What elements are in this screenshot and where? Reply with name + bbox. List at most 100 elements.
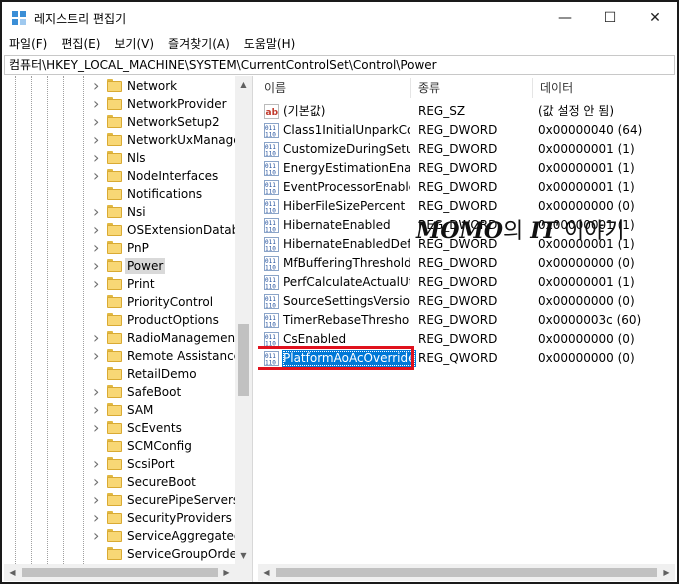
scroll-left-icon[interactable]: ◀ (4, 564, 21, 581)
tree-item[interactable]: › NodeInterfaces (4, 167, 235, 185)
value-row[interactable]: ab (기본값) REG_SZ (값 설정 안 됨) (258, 102, 675, 121)
tree-item[interactable]: › PnP (4, 239, 235, 257)
expand-chevron-icon[interactable]: › (93, 204, 103, 220)
tree-vertical-scrollbar[interactable]: ▲ ▼ (235, 76, 252, 564)
folder-icon (107, 439, 122, 453)
close-button[interactable]: ✕ (632, 2, 678, 34)
tree-item-label: ProductOptions (127, 313, 219, 327)
expand-chevron-icon[interactable]: › (93, 114, 103, 130)
expand-chevron-icon[interactable]: › (93, 150, 103, 166)
tree-scroll-thumb[interactable] (238, 324, 249, 396)
value-name: EnergyEstimationEnabled (283, 161, 410, 175)
expand-chevron-icon[interactable]: › (93, 420, 103, 436)
tree-item[interactable]: › ServiceAggregatedEv (4, 527, 235, 545)
tree-item[interactable]: › SecurityProviders (4, 509, 235, 527)
tree-hscroll-thumb[interactable] (22, 568, 218, 577)
svg-text:110: 110 (265, 322, 276, 329)
tree-item-label: SecurePipeServers (127, 493, 235, 507)
expand-chevron-icon[interactable]: › (93, 240, 103, 256)
tree-item[interactable]: › Nsi (4, 203, 235, 221)
value-data: 0x00000001 (1) (538, 161, 635, 175)
tree-item[interactable]: › SecurePipeServers (4, 491, 235, 509)
tree-item[interactable]: › SAM (4, 401, 235, 419)
binary-value-icon: 011110 (264, 275, 279, 290)
column-header-type[interactable]: 종류 (412, 76, 532, 100)
column-header-name[interactable]: 이름 (258, 76, 410, 100)
expand-chevron-icon[interactable]: › (93, 384, 103, 400)
tree-item[interactable]: › SafeBoot (4, 383, 235, 401)
value-type: REG_DWORD (418, 161, 498, 175)
value-data: (값 설정 안 됨) (538, 104, 615, 118)
value-name: HibernateEnabledDefault (283, 237, 410, 251)
menu-view[interactable]: 보기(V) (107, 34, 161, 54)
tree-item-label: ServiceGroupOrder (127, 547, 235, 561)
value-row[interactable]: 011110 TimerRebaseThresholdOnDripsExit REG… (258, 311, 675, 330)
expand-chevron-icon[interactable]: › (93, 510, 103, 526)
value-row[interactable]: 011 110 PlatformAoAcOverride REG_QWORD 0x000… (258, 346, 675, 370)
column-header-data[interactable]: 데이터 (534, 76, 675, 100)
column-divider[interactable] (410, 78, 411, 98)
expand-chevron-icon[interactable]: › (93, 168, 103, 184)
tree-item[interactable]: › Remote Assistance (4, 347, 235, 365)
menu-help[interactable]: 도움말(H) (237, 34, 303, 54)
values-hscroll-thumb[interactable] (276, 568, 657, 577)
expand-chevron-icon[interactable]: › (93, 402, 103, 418)
tree-item[interactable]: RetailDemo (4, 365, 235, 383)
scroll-down-icon[interactable]: ▼ (235, 547, 252, 564)
value-row[interactable]: 011110 PerfCalculateActualUtilization REG_… (258, 273, 675, 292)
expand-chevron-icon[interactable]: › (93, 330, 103, 346)
menu-edit[interactable]: 편집(E) (54, 34, 107, 54)
tree-item[interactable]: › RadioManagement (4, 329, 235, 347)
binary-value-icon: 011110 (264, 199, 279, 214)
tree-item[interactable]: › Network (4, 77, 235, 95)
column-divider[interactable] (532, 78, 533, 98)
tree-item[interactable]: › NetworkUxManager (4, 131, 235, 149)
tree-item[interactable]: ServiceGroupOrder (4, 545, 235, 563)
value-row[interactable]: 011 110 CustomizeDuringSetup REG_DWORD 0x000… (258, 140, 675, 159)
tree-item[interactable]: PriorityControl (4, 293, 235, 311)
value-row[interactable]: 011 110 MfBufferingThreshold REG_DWORD 0x000… (258, 254, 675, 273)
value-row[interactable]: 011110 EnergyEstimationEnabled REG_DWORD 0x… (258, 159, 675, 178)
tree-item[interactable]: › NetworkProvider (4, 95, 235, 113)
tree-item[interactable]: › Print (4, 275, 235, 293)
expand-chevron-icon[interactable]: › (93, 492, 103, 508)
menu-favorites[interactable]: 즐겨찾기(A) (161, 34, 237, 54)
tree-item[interactable]: › OSExtensionDatabas (4, 221, 235, 239)
expand-chevron-icon[interactable]: › (93, 258, 103, 274)
scroll-right-icon[interactable]: ▶ (658, 564, 675, 581)
tree-item[interactable]: › ScsiPort (4, 455, 235, 473)
tree-item[interactable]: SCMConfig (4, 437, 235, 455)
scroll-up-icon[interactable]: ▲ (235, 76, 252, 93)
tree-horizontal-scrollbar[interactable]: ◀ ▶ (4, 564, 235, 581)
tree-item[interactable]: ProductOptions (4, 311, 235, 329)
menu-file[interactable]: 파일(F) (2, 34, 54, 54)
scroll-right-icon[interactable]: ▶ (218, 564, 235, 581)
value-row[interactable]: 011 110 SourceSettingsVersion REG_DWORD 0x00… (258, 292, 675, 311)
expand-chevron-icon[interactable]: › (93, 222, 103, 238)
address-bar[interactable]: 컴퓨터\HKEY_LOCAL_MACHINE\SYSTEM\CurrentCon… (4, 55, 675, 75)
value-row[interactable]: 011 110 EventProcessorEnabled REG_DWORD 0x00… (258, 178, 675, 197)
tree-item[interactable]: › Power (4, 257, 235, 275)
expand-chevron-icon[interactable]: › (93, 474, 103, 490)
tree-item[interactable]: › NetworkSetup2 (4, 113, 235, 131)
value-data: 0x0000003c (60) (538, 313, 642, 327)
expand-chevron-icon[interactable]: › (93, 78, 103, 94)
expand-chevron-icon[interactable]: › (93, 276, 103, 292)
key-tree: › Network › NetworkProvider › NetworkSetup2 › N… (4, 76, 235, 564)
expand-chevron-icon[interactable]: › (93, 348, 103, 364)
registry-editor-window: 레지스트리 편집기 — ☐ ✕ 파일(F) 편집(E) 보기(V) 즐겨찾기(A… (0, 0, 679, 584)
expand-chevron-icon[interactable]: › (93, 528, 103, 544)
tree-item[interactable]: › SecureBoot (4, 473, 235, 491)
tree-item[interactable]: › Nls (4, 149, 235, 167)
expand-chevron-icon[interactable]: › (93, 456, 103, 472)
value-row[interactable]: 011110 Class1InitialUnparkCount REG_DWORD 0… (258, 121, 675, 140)
value-type: REG_DWORD (418, 180, 498, 194)
expand-chevron-icon[interactable]: › (93, 96, 103, 112)
expand-chevron-icon[interactable]: › (93, 132, 103, 148)
tree-item[interactable]: › ScEvents (4, 419, 235, 437)
maximize-button[interactable]: ☐ (587, 2, 633, 34)
minimize-button[interactable]: — (542, 2, 588, 34)
tree-item[interactable]: Notifications (4, 185, 235, 203)
scroll-left-icon[interactable]: ◀ (258, 564, 275, 581)
values-horizontal-scrollbar[interactable]: ◀ ▶ (258, 564, 675, 581)
